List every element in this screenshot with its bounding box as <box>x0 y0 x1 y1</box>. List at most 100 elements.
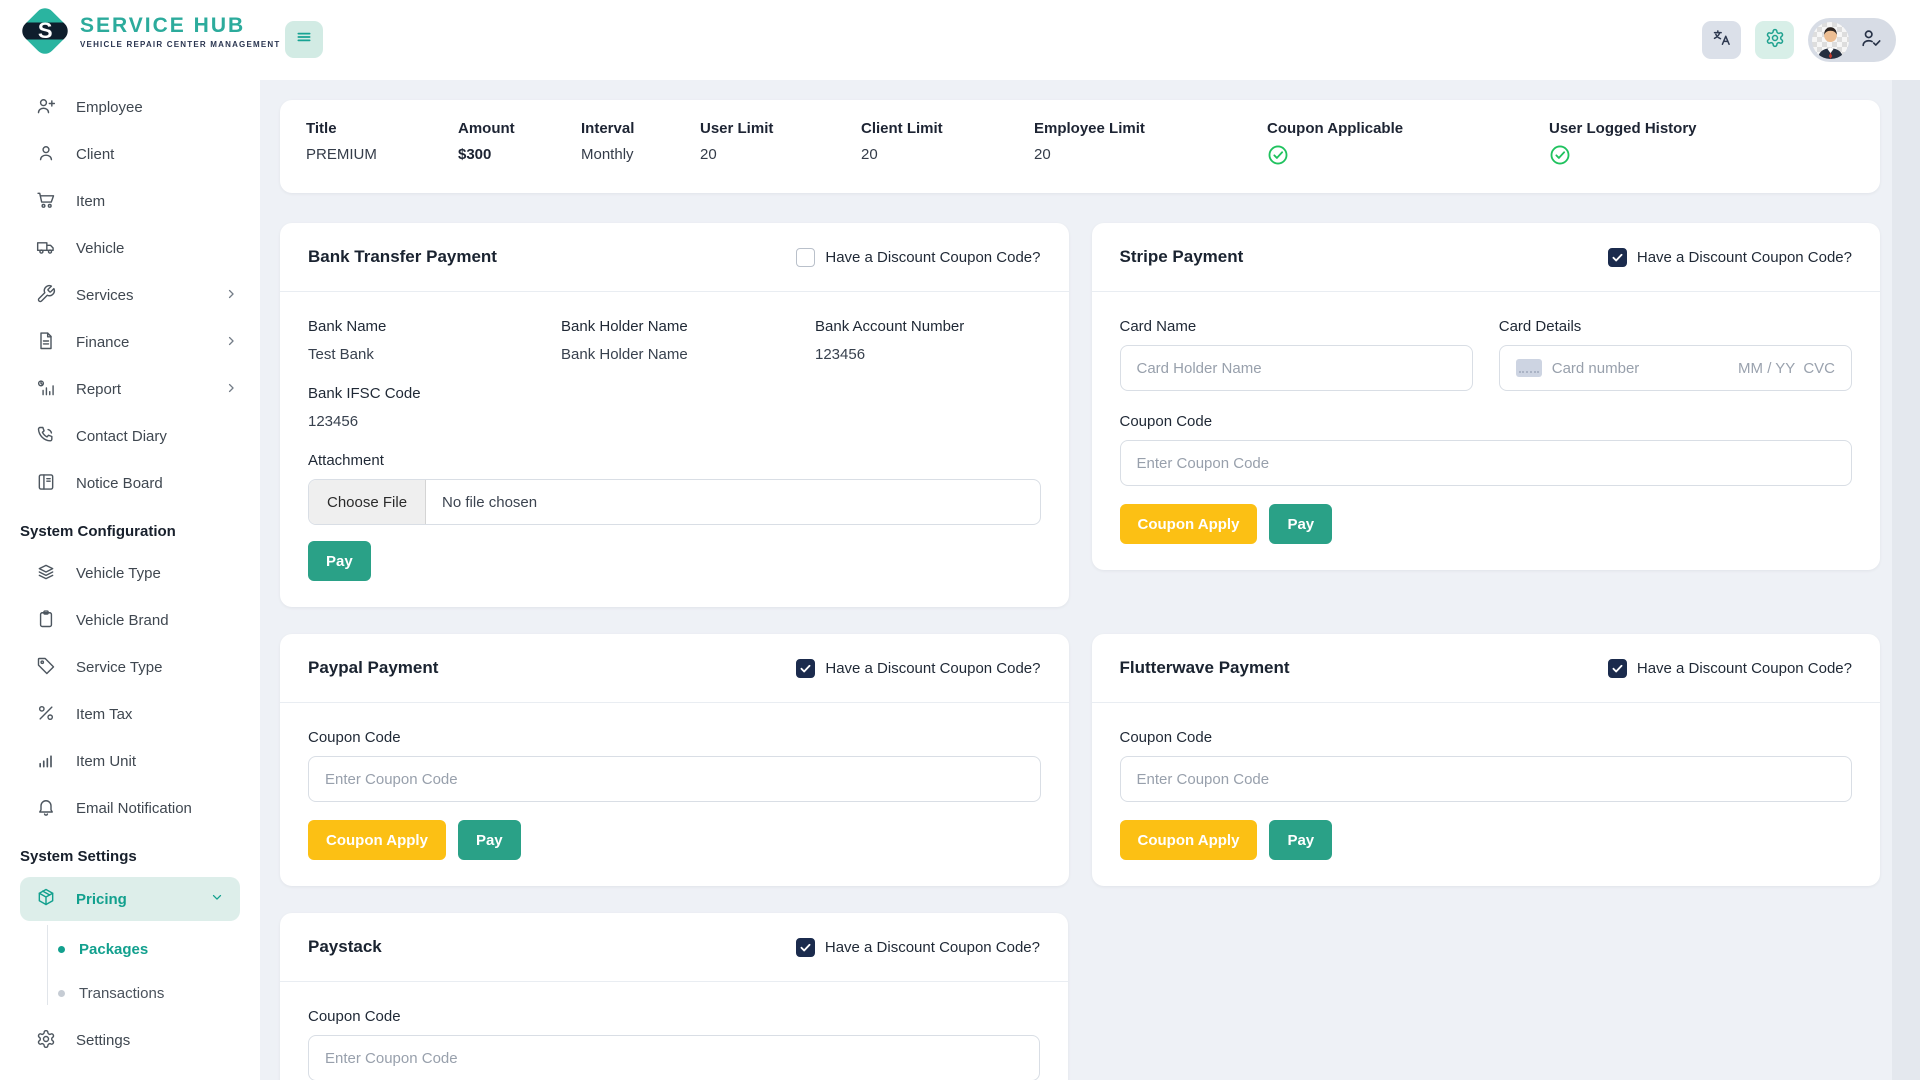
coupon-apply-button[interactable]: Coupon Apply <box>1119 504 1258 544</box>
sidebar-item-pricing[interactable]: Pricing <box>20 877 240 921</box>
coupon-code-input[interactable] <box>1119 756 1852 802</box>
sidebar-item-service-type[interactable]: Service Type <box>0 644 260 691</box>
bank-pay-button[interactable]: Pay <box>308 541 371 581</box>
wrench-icon <box>36 284 56 308</box>
summary-field-interval: Interval Monthly <box>581 120 635 163</box>
sidebar-item-vehicle[interactable]: Vehicle <box>0 225 260 272</box>
payment-cards-row-3: Paystack Have a Discount Coupon Code? Co… <box>280 913 1880 1080</box>
sidebar-item-employee[interactable]: Employee <box>0 84 260 131</box>
coupon-code-input[interactable] <box>1119 440 1852 486</box>
summary-field-user-logged-history: User Logged History <box>1549 120 1880 171</box>
attachment-file-input[interactable]: Choose File No file chosen <box>308 479 1041 525</box>
sidebar-item-packages[interactable]: Packages <box>0 927 260 971</box>
truck-icon <box>36 237 56 261</box>
tag-icon <box>36 656 56 680</box>
checkbox-icon[interactable] <box>795 937 815 957</box>
sidebar-item-item[interactable]: Item <box>0 178 260 225</box>
bar-chart-icon <box>36 750 56 774</box>
sidebar-item-label: Vehicle <box>76 240 125 257</box>
person-plus-icon <box>36 96 56 120</box>
flutterwave-coupon-checkbox-row[interactable]: Have a Discount Coupon Code? <box>1607 658 1852 678</box>
phone-icon <box>36 425 56 449</box>
checkbox-icon[interactable] <box>1607 658 1627 678</box>
summary-field-title: Title PREMIUM <box>306 120 377 163</box>
settings-button[interactable] <box>1755 21 1794 59</box>
bank-account-field: Bank Account Number 123456 <box>815 318 965 363</box>
choose-file-button[interactable]: Choose File <box>309 480 427 524</box>
payment-cards-row-2: Paypal Payment Have a Discount Coupon Co… <box>280 634 1880 886</box>
paystack-coupon-checkbox-row[interactable]: Have a Discount Coupon Code? <box>795 937 1040 957</box>
checkbox-label: Have a Discount Coupon Code? <box>1636 659 1852 677</box>
person-icon <box>36 143 56 167</box>
sidebar-item-item-unit[interactable]: Item Unit <box>0 738 260 785</box>
bell-icon <box>36 797 56 821</box>
sidebar-item-label: Finance <box>76 334 130 351</box>
gear-icon <box>1765 28 1785 53</box>
card-expiry-cvc-hint: MM / YY CVC <box>1738 359 1835 377</box>
stripe-card: Stripe Payment Have a Discount Coupon Co… <box>1091 223 1880 570</box>
chevron-down-icon <box>210 890 224 908</box>
sidebar-item-item-tax[interactable]: Item Tax <box>0 691 260 738</box>
scrollbar-track[interactable] <box>1892 80 1920 1080</box>
flutterwave-pay-button[interactable]: Pay <box>1269 820 1333 860</box>
sidebar-section-system-configuration: System Configuration <box>20 523 176 540</box>
check-circle-icon <box>1549 144 1880 171</box>
card-details-field: Card Details Card number MM / YY CVC <box>1498 318 1852 391</box>
package-icon <box>36 887 56 911</box>
card-holder-name-input[interactable] <box>1119 345 1473 391</box>
coupon-apply-button[interactable]: Coupon Apply <box>1119 820 1258 860</box>
sidebar-item-settings[interactable]: Settings <box>0 1017 260 1064</box>
bank-coupon-checkbox-row[interactable]: Have a Discount Coupon Code? <box>796 247 1041 267</box>
paystack-card: Paystack Have a Discount Coupon Code? Co… <box>280 913 1068 1080</box>
main-content: Title PREMIUM Amount $300 Interval Month… <box>260 80 1920 1080</box>
credit-card-icon <box>1515 359 1542 377</box>
app-window: S SERVICE HUB VEHICLE REPAIR CENTER MANA… <box>0 0 1920 1080</box>
chevron-right-icon <box>224 381 238 399</box>
attachment-label: Attachment <box>308 452 384 469</box>
brand-name: SERVICE HUB <box>80 13 246 37</box>
sidebar-item-vehicle-type[interactable]: Vehicle Type <box>0 550 260 597</box>
card-number-input[interactable]: Card number MM / YY CVC <box>1498 345 1852 391</box>
summary-field-employee-limit: Employee Limit 20 <box>1034 120 1145 163</box>
bullet-icon <box>58 989 65 997</box>
paypal-coupon-checkbox-row[interactable]: Have a Discount Coupon Code? <box>796 658 1041 678</box>
sidebar-item-finance[interactable]: Finance <box>0 319 260 366</box>
pricing-submenu: Packages Transactions <box>0 923 260 1017</box>
coupon-apply-button[interactable]: Coupon Apply <box>308 820 446 860</box>
sidebar-item-client[interactable]: Client <box>0 131 260 178</box>
checkbox-icon[interactable] <box>796 658 816 678</box>
card-title: Paystack <box>308 937 382 956</box>
stripe-pay-button[interactable]: Pay <box>1269 504 1333 544</box>
sidebar-item-vehicle-brand[interactable]: Vehicle Brand <box>0 597 260 644</box>
sidebar-toggle-button[interactable] <box>285 21 323 58</box>
sidebar-item-notice-board[interactable]: Notice Board <box>0 460 260 507</box>
profile-menu[interactable] <box>1808 18 1896 62</box>
sidebar-item-label: Contact Diary <box>76 428 167 445</box>
submenu-connector-line <box>47 925 48 1005</box>
flutterwave-card: Flutterwave Payment Have a Discount Coup… <box>1091 634 1880 886</box>
card-title: Flutterwave Payment <box>1119 658 1290 677</box>
sidebar: Employee Client Item Vehicle Services Fi… <box>0 0 260 1080</box>
chevron-right-icon <box>224 334 238 352</box>
sidebar-item-label: Packages <box>79 940 149 958</box>
coupon-code-input[interactable] <box>308 1035 1040 1080</box>
sidebar-item-services[interactable]: Services <box>0 272 260 319</box>
hamburger-icon <box>295 28 313 51</box>
stripe-coupon-checkbox-row[interactable]: Have a Discount Coupon Code? <box>1607 247 1852 267</box>
sidebar-item-transactions[interactable]: Transactions <box>0 971 260 1015</box>
checkbox-label: Have a Discount Coupon Code? <box>825 659 1041 677</box>
sidebar-item-report[interactable]: Report <box>0 366 260 413</box>
card-title: Stripe Payment <box>1119 247 1244 266</box>
checkbox-icon[interactable] <box>1607 247 1627 267</box>
checkbox-icon[interactable] <box>796 247 816 267</box>
checkbox-label: Have a Discount Coupon Code? <box>824 938 1040 956</box>
sidebar-item-email-notification[interactable]: Email Notification <box>0 785 260 832</box>
sidebar-item-label: Report <box>76 381 122 398</box>
gear-icon <box>36 1029 56 1053</box>
paypal-pay-button[interactable]: Pay <box>457 820 521 860</box>
sidebar-section-system-settings: System Settings <box>20 848 137 865</box>
coupon-code-input[interactable] <box>308 756 1041 802</box>
sidebar-item-contact-diary[interactable]: Contact Diary <box>0 413 260 460</box>
language-button[interactable] <box>1702 21 1741 59</box>
coupon-code-label: Coupon Code <box>308 1008 401 1025</box>
